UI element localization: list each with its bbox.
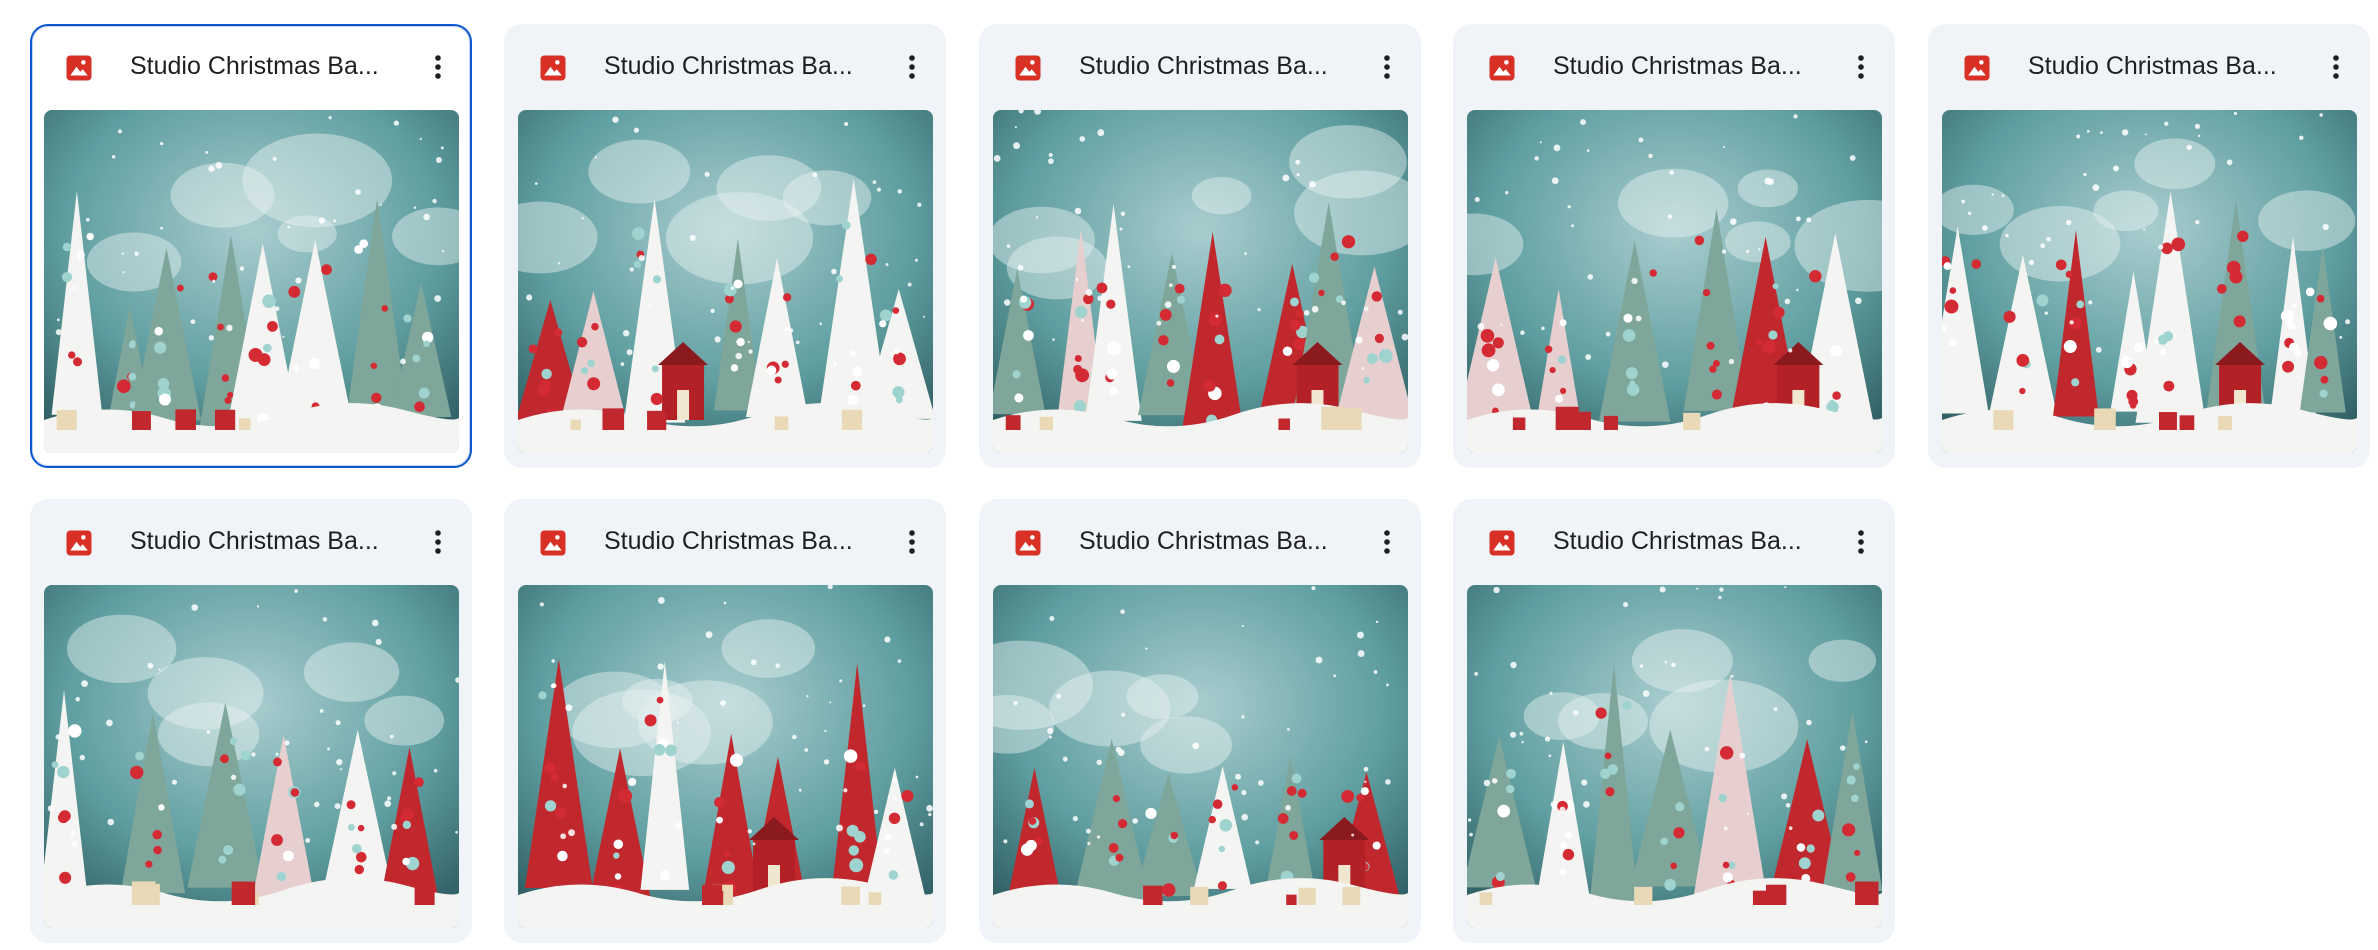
file-thumbnail[interactable] xyxy=(44,110,459,453)
image-file-icon xyxy=(64,528,94,558)
file-name[interactable]: Studio Christmas Ba... xyxy=(1079,523,1351,559)
file-card[interactable]: Studio Christmas Ba... xyxy=(504,24,946,468)
file-name[interactable]: Studio Christmas Ba... xyxy=(604,523,876,559)
file-thumbnail[interactable] xyxy=(44,585,459,928)
more-options-icon[interactable] xyxy=(1841,522,1881,562)
image-file-icon xyxy=(1013,528,1043,558)
file-card-header: Studio Christmas Ba... xyxy=(1453,499,1895,581)
file-grid: Studio Christmas Ba... Studio Christmas B… xyxy=(0,0,2378,950)
file-card[interactable]: Studio Christmas Ba... xyxy=(1453,499,1895,943)
file-name[interactable]: Studio Christmas Ba... xyxy=(130,523,402,559)
file-card[interactable]: Studio Christmas Ba... xyxy=(30,24,472,468)
image-file-icon xyxy=(1013,53,1043,83)
more-options-icon[interactable] xyxy=(418,47,458,87)
file-thumbnail[interactable] xyxy=(993,585,1408,928)
file-card-header: Studio Christmas Ba... xyxy=(1453,24,1895,106)
file-card-header: Studio Christmas Ba... xyxy=(979,24,1421,106)
file-card[interactable]: Studio Christmas Ba... xyxy=(1928,24,2370,468)
image-file-icon xyxy=(1962,53,1992,83)
file-card-header: Studio Christmas Ba... xyxy=(32,26,470,108)
file-card-header: Studio Christmas Ba... xyxy=(504,24,946,106)
file-card[interactable]: Studio Christmas Ba... xyxy=(504,499,946,943)
more-options-icon[interactable] xyxy=(892,47,932,87)
file-name[interactable]: Studio Christmas Ba... xyxy=(1079,48,1351,84)
image-file-icon xyxy=(64,53,94,83)
more-options-icon[interactable] xyxy=(1367,47,1407,87)
more-options-icon[interactable] xyxy=(1367,522,1407,562)
image-file-icon xyxy=(538,53,568,83)
file-card[interactable]: Studio Christmas Ba... xyxy=(979,499,1421,943)
more-options-icon[interactable] xyxy=(2316,47,2356,87)
file-card-header: Studio Christmas Ba... xyxy=(504,499,946,581)
image-file-icon xyxy=(1487,528,1517,558)
file-card[interactable]: Studio Christmas Ba... xyxy=(979,24,1421,468)
file-card-header: Studio Christmas Ba... xyxy=(30,499,472,581)
file-thumbnail[interactable] xyxy=(518,110,933,453)
more-options-icon[interactable] xyxy=(1841,47,1881,87)
file-card-header: Studio Christmas Ba... xyxy=(1928,24,2370,106)
file-name[interactable]: Studio Christmas Ba... xyxy=(1553,523,1825,559)
image-file-icon xyxy=(1487,53,1517,83)
file-thumbnail[interactable] xyxy=(993,110,1408,453)
file-thumbnail[interactable] xyxy=(1467,585,1882,928)
file-thumbnail[interactable] xyxy=(518,585,933,928)
file-card[interactable]: Studio Christmas Ba... xyxy=(30,499,472,943)
image-file-icon xyxy=(538,528,568,558)
more-options-icon[interactable] xyxy=(418,522,458,562)
file-card[interactable]: Studio Christmas Ba... xyxy=(1453,24,1895,468)
file-card-header: Studio Christmas Ba... xyxy=(979,499,1421,581)
file-thumbnail[interactable] xyxy=(1467,110,1882,453)
file-name[interactable]: Studio Christmas Ba... xyxy=(604,48,876,84)
file-name[interactable]: Studio Christmas Ba... xyxy=(130,48,402,84)
more-options-icon[interactable] xyxy=(892,522,932,562)
file-name[interactable]: Studio Christmas Ba... xyxy=(2028,48,2300,84)
file-thumbnail[interactable] xyxy=(1942,110,2357,453)
file-name[interactable]: Studio Christmas Ba... xyxy=(1553,48,1825,84)
